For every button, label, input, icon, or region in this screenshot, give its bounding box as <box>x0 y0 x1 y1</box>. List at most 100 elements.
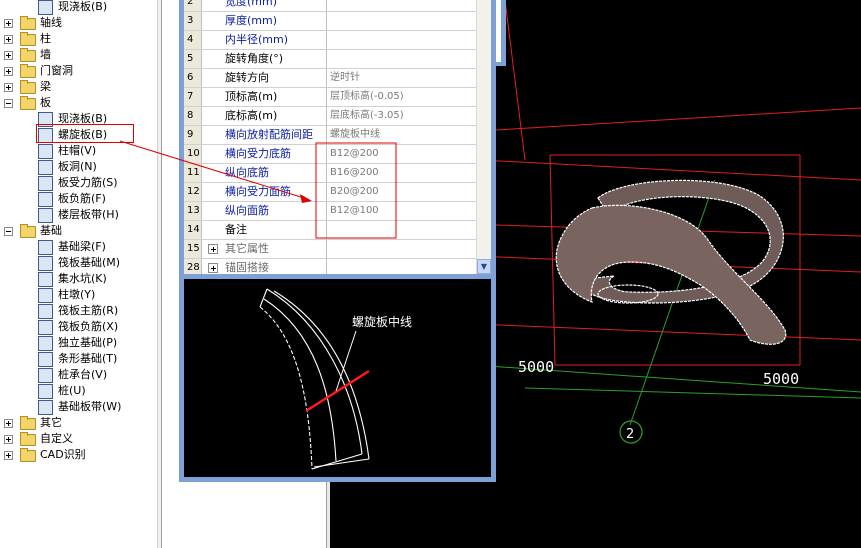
axis-label: 2 <box>626 427 634 442</box>
expand-icon[interactable] <box>4 67 13 76</box>
property-row[interactable]: 6 旋转方向 逆时针 <box>184 69 476 88</box>
property-value[interactable]: B12@200 <box>327 145 476 163</box>
tree-item[interactable]: 筏板基础(M) <box>0 255 157 271</box>
property-name: 纵向面筋 <box>202 202 327 220</box>
tree-item-label: 独立基础(P) <box>58 336 118 349</box>
expand-icon[interactable] <box>4 451 13 460</box>
property-value[interactable]: 层底标高(-3.05) <box>327 107 476 125</box>
property-row[interactable]: 8 底标高(m) 层底标高(-3.05) <box>184 107 476 126</box>
tree-item-label: 板负筋(F) <box>58 192 106 205</box>
property-row[interactable]: 3 厚度(mm) <box>184 12 476 31</box>
property-name: 厚度(mm) <box>202 12 327 30</box>
tree-item-label: 柱帽(V) <box>58 144 97 157</box>
tree-item[interactable]: 墙 <box>0 47 157 63</box>
tree-item-label: 自定义 <box>40 432 73 445</box>
component-icon <box>38 256 53 271</box>
tree-item-label: 桩承台(V) <box>58 368 108 381</box>
expand-icon[interactable] <box>4 435 13 444</box>
selected-item-highlight <box>36 124 134 143</box>
property-row[interactable]: 13 纵向面筋 B12@100 <box>184 202 476 221</box>
tree-item[interactable]: 门窗洞 <box>0 63 157 79</box>
tree-item[interactable]: 集水坑(K) <box>0 271 157 287</box>
group-expand-icon[interactable] <box>208 263 218 273</box>
tree-item[interactable]: 柱 <box>0 31 157 47</box>
tree-item[interactable]: 筏板主筋(R) <box>0 303 157 319</box>
property-value[interactable] <box>327 50 476 68</box>
property-value[interactable] <box>327 221 476 239</box>
scroll-down-button[interactable]: ▼ <box>477 259 491 274</box>
tree-item[interactable]: 基础 <box>0 223 157 239</box>
property-row[interactable]: 2 宽度(mm) <box>184 0 476 12</box>
property-row[interactable]: 10 横向受力底筋 B12@200 <box>184 145 476 164</box>
expand-icon[interactable] <box>4 35 13 44</box>
property-row[interactable]: 11 纵向底筋 B16@200 <box>184 164 476 183</box>
tree-item[interactable]: 板受力筋(S) <box>0 175 157 191</box>
property-row[interactable]: 9 横向放射配筋间距 螺旋板中线 <box>184 126 476 145</box>
property-value[interactable]: 层顶标高(-0.05) <box>327 88 476 106</box>
property-row-number: 11 <box>184 164 202 182</box>
collapse-icon[interactable] <box>4 227 13 236</box>
tree-item-label: 柱 <box>40 32 51 45</box>
property-value[interactable] <box>327 31 476 49</box>
tree-item-label: 基础 <box>40 224 62 237</box>
rebar-spacing-line <box>305 369 370 413</box>
property-name: 横向受力面筋 <box>202 183 327 201</box>
tree-item-label: 筏板基础(M) <box>58 256 121 269</box>
property-value[interactable]: B16@200 <box>327 164 476 182</box>
property-value[interactable] <box>327 0 476 11</box>
tree-item[interactable]: CAD识别 <box>0 447 157 463</box>
component-tree: 现浇板(B) 轴线柱墙门窗洞梁板现浇板(B) 螺旋板(B) 柱帽(V) 板洞(N) 板受力… <box>0 0 157 548</box>
property-name: 锚固搭接 <box>202 259 327 274</box>
tree-item[interactable]: 楼层板带(H) <box>0 207 157 223</box>
expand-icon[interactable] <box>4 19 13 28</box>
expand-icon[interactable] <box>4 83 13 92</box>
tree-item[interactable]: 其它 <box>0 415 157 431</box>
property-value[interactable]: 螺旋板中线 <box>327 126 476 144</box>
tree-item-label: 楼层板带(H) <box>58 208 119 221</box>
tree-item[interactable]: 梁 <box>0 79 157 95</box>
property-row[interactable]: 7 顶标高(m) 层顶标高(-0.05) <box>184 88 476 107</box>
tree-item[interactable]: 自定义 <box>0 431 157 447</box>
property-name: 旋转方向 <box>202 69 327 87</box>
property-row-number: 4 <box>184 31 202 49</box>
property-value[interactable] <box>327 12 476 30</box>
collapse-icon[interactable] <box>4 99 13 108</box>
property-dialog: 2 宽度(mm) 3 厚度(mm) 4 内半径(mm) 5 旋转角度(°) 6 旋转方向 逆时针 7 顶… <box>179 0 496 482</box>
tree-item[interactable]: 板洞(N) <box>0 159 157 175</box>
expand-icon[interactable] <box>4 419 13 428</box>
property-row[interactable]: 12 横向受力面筋 B20@200 <box>184 183 476 202</box>
group-expand-icon[interactable] <box>208 244 218 254</box>
folder-icon <box>20 416 36 430</box>
tree-item[interactable]: 板 <box>0 95 157 111</box>
tree-item[interactable]: 筏板负筋(X) <box>0 319 157 335</box>
tree-item[interactable]: 柱墩(Y) <box>0 287 157 303</box>
dimension-left: 5000 <box>518 358 554 376</box>
tree-item[interactable]: 柱帽(V) <box>0 143 157 159</box>
tree-item[interactable]: 桩(U) <box>0 383 157 399</box>
tree-item[interactable]: 基础梁(F) <box>0 239 157 255</box>
property-value[interactable] <box>327 240 476 258</box>
property-value[interactable]: 逆时针 <box>327 69 476 87</box>
property-row-number: 13 <box>184 202 202 220</box>
property-name: 底标高(m) <box>202 107 327 125</box>
property-row[interactable]: 5 旋转角度(°) <box>184 50 476 69</box>
tree-item-label: 门窗洞 <box>40 64 73 77</box>
property-scrollbar[interactable]: ▼ <box>476 0 491 274</box>
tree-item[interactable]: 基础板带(W) <box>0 399 157 415</box>
property-value[interactable]: B20@200 <box>327 183 476 201</box>
property-row[interactable]: 15 其它属性 <box>184 240 476 259</box>
tree-item[interactable]: 桩承台(V) <box>0 367 157 383</box>
expand-icon[interactable] <box>4 51 13 60</box>
tree-item-label: 墙 <box>40 48 51 61</box>
tree-item[interactable]: 条形基础(T) <box>0 351 157 367</box>
tree-item[interactable]: 板负筋(F) <box>0 191 157 207</box>
tree-item[interactable]: 独立基础(P) <box>0 335 157 351</box>
tree-item[interactable]: 现浇板(B) <box>0 0 157 15</box>
tree-item[interactable]: 轴线 <box>0 15 157 31</box>
property-row[interactable]: 14 备注 <box>184 221 476 240</box>
property-row-number: 3 <box>184 12 202 30</box>
property-row[interactable]: 28 锚固搭接 <box>184 259 476 274</box>
property-value[interactable]: B12@100 <box>327 202 476 220</box>
property-value[interactable] <box>327 259 476 274</box>
property-row[interactable]: 4 内半径(mm) <box>184 31 476 50</box>
